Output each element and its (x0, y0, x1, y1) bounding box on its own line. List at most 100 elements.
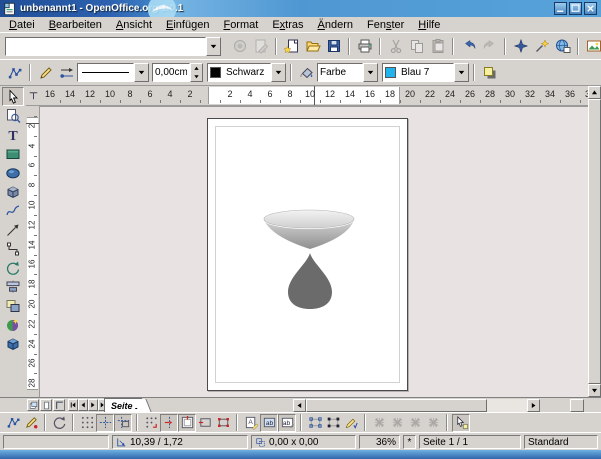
helplines-while-moving-button[interactable] (114, 414, 132, 432)
drawing-canvas[interactable] (40, 106, 588, 397)
menu-item-bearbeiten[interactable]: Bearbeiten (42, 19, 109, 31)
show-grid-button[interactable] (78, 414, 96, 432)
status-size-cell[interactable]: 0,00 x 0,00 (251, 435, 356, 449)
line-color-select[interactable]: Schwarz (207, 63, 271, 82)
area-dialog-button[interactable] (296, 62, 317, 83)
line-dialog-button[interactable] (35, 62, 56, 83)
status-template-cell[interactable]: Standard (524, 435, 598, 449)
select-text-area-button[interactable]: ab (260, 414, 278, 432)
rotation-mode-button[interactable] (50, 414, 68, 432)
url-input[interactable] (6, 38, 205, 55)
scroll-down-icon[interactable] (588, 384, 601, 397)
layer-view-button[interactable] (27, 399, 39, 411)
snap-to-grid-button[interactable] (142, 414, 160, 432)
title-bar[interactable]: unbenannt1 - OpenOffice.org 1.0.1 (0, 0, 601, 17)
drawing-page[interactable] (207, 118, 408, 391)
spin-up-icon[interactable] (191, 64, 202, 73)
edit-points-button[interactable] (4, 62, 25, 83)
horizontal-scrollbar-thumb[interactable] (306, 399, 487, 412)
fill-color-dropdown-button[interactable] (454, 63, 469, 82)
shadow-button[interactable] (479, 62, 500, 83)
alignment-button[interactable] (2, 277, 24, 296)
undo-button[interactable] (458, 36, 479, 57)
arrow-style-button[interactable] (56, 62, 77, 83)
line-width-input[interactable] (153, 64, 189, 81)
menu-item-datei[interactable]: Datei (2, 19, 42, 31)
prev-page-button[interactable] (78, 399, 88, 411)
menu-item-format[interactable]: Format (216, 19, 265, 31)
menu-item-einfugen[interactable]: Einfügen (159, 19, 216, 31)
horizontal-splitter-handle[interactable] (570, 399, 584, 412)
text-button[interactable]: T (2, 125, 24, 144)
snap-to-object-points-button[interactable] (214, 414, 232, 432)
menu-item-ansicht[interactable]: Ansicht (109, 19, 159, 31)
snap-to-page-margins-button[interactable] (178, 414, 196, 432)
minimize-button[interactable] (554, 2, 567, 15)
paste-button[interactable] (427, 36, 448, 57)
select-mode-button[interactable] (452, 414, 470, 432)
fill-style-select[interactable]: Farbe (317, 63, 363, 82)
menu-item-fenster[interactable]: Fenster (360, 19, 411, 31)
horizontal-scrollbar[interactable] (306, 399, 527, 412)
snap-to-object-border-button[interactable] (196, 414, 214, 432)
line-style-select[interactable] (77, 63, 149, 82)
next-page-button[interactable] (88, 399, 98, 411)
url-dropdown-button[interactable] (206, 37, 221, 56)
page-tab-seite-1[interactable]: Seite 1 (104, 398, 142, 412)
page-view-button[interactable] (40, 399, 52, 411)
rotate-button[interactable] (2, 258, 24, 277)
modify-object-button[interactable] (370, 414, 388, 432)
edit-points-button[interactable] (4, 414, 22, 432)
new-document-button[interactable] (281, 36, 302, 57)
scroll-right-icon[interactable] (527, 399, 540, 412)
ellipse-button[interactable] (2, 163, 24, 182)
horizontal-ruler[interactable]: 1614121086422468101214161820222426283032… (40, 86, 589, 106)
stylist-button[interactable] (531, 36, 552, 57)
first-page-button[interactable] (68, 399, 78, 411)
save-button[interactable] (323, 36, 344, 57)
edit-file-button[interactable] (250, 36, 271, 57)
zoom-tool-button[interactable] (2, 106, 24, 125)
fill-color-select[interactable]: Blau 7 (382, 63, 454, 82)
master-view-button[interactable] (53, 399, 65, 411)
rotation-object-button[interactable] (388, 414, 406, 432)
arrange-button[interactable] (2, 296, 24, 315)
stop-button[interactable] (229, 36, 250, 57)
effects-button[interactable] (2, 315, 24, 334)
connector-button[interactable] (2, 239, 24, 258)
hyperlink-button[interactable] (552, 36, 573, 57)
spin-down-icon[interactable] (191, 73, 202, 82)
lines-arrows-button[interactable] (2, 220, 24, 239)
open-button[interactable] (302, 36, 323, 57)
simple-handles-button[interactable] (306, 414, 324, 432)
menu-item-extras[interactable]: Extras (265, 19, 310, 31)
close-button[interactable] (584, 2, 597, 15)
objects-3d-button[interactable] (2, 182, 24, 201)
line-color-dropdown-button[interactable] (271, 63, 286, 82)
vertical-ruler[interactable]: 246810121416182022242628 (26, 106, 40, 397)
fill-style-dropdown-button[interactable] (363, 63, 378, 82)
scroll-left-icon[interactable] (293, 399, 306, 412)
menu-item-hilfe[interactable]: Hilfe (411, 19, 447, 31)
large-handles-button[interactable] (324, 414, 342, 432)
line-width-spin-buttons[interactable] (190, 63, 203, 82)
line-width-spinner[interactable] (152, 63, 203, 82)
show-snap-lines-button[interactable] (96, 414, 114, 432)
select-button[interactable] (2, 87, 24, 106)
url-combobox[interactable] (5, 37, 221, 56)
allow-quick-edit-button[interactable]: A (242, 414, 260, 432)
resize-object-button[interactable] (406, 414, 424, 432)
line-style-dropdown-button[interactable] (134, 63, 149, 82)
redo-button[interactable] (479, 36, 500, 57)
curve-button[interactable] (2, 201, 24, 220)
maximize-button[interactable] (569, 2, 582, 15)
insert-object-button[interactable] (2, 334, 24, 353)
double-click-edit-text-button[interactable]: ab (278, 414, 296, 432)
rectangle-button[interactable] (2, 144, 24, 163)
attributes-object-button[interactable] (424, 414, 442, 432)
copy-button[interactable] (406, 36, 427, 57)
cut-button[interactable] (385, 36, 406, 57)
status-zoom-cell[interactable]: 36% (359, 435, 400, 449)
print-button[interactable] (354, 36, 375, 57)
snap-to-snap-lines-button[interactable] (160, 414, 178, 432)
